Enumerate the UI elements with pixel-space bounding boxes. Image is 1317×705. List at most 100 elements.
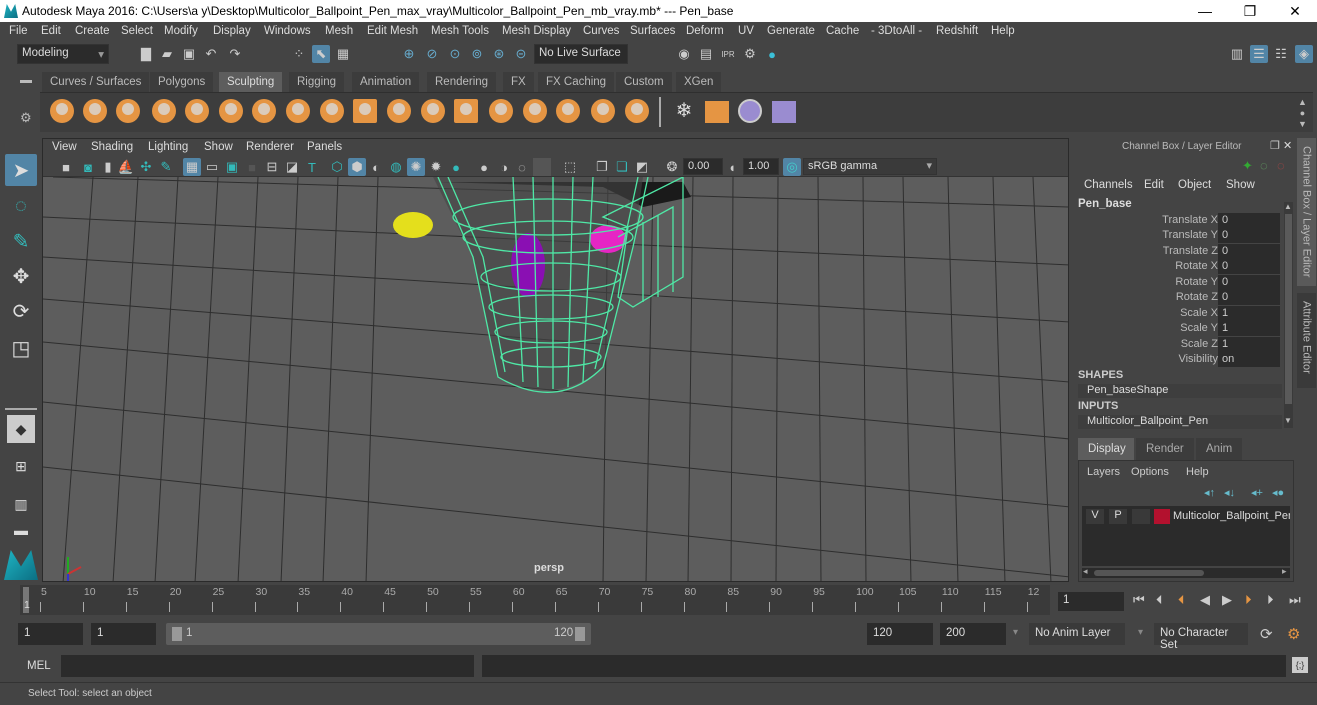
side-tab-channel-box[interactable]: Channel Box / Layer Editor: [1297, 138, 1316, 286]
persp-graph-layout-icon[interactable]: ▬: [5, 522, 37, 538]
grab-tool-icon[interactable]: [152, 99, 176, 123]
snap-surface-icon[interactable]: ⊝: [512, 45, 530, 63]
wax-tool-icon[interactable]: [387, 99, 411, 123]
go-to-end-icon[interactable]: ⏭: [1289, 592, 1301, 608]
cb-menu-object[interactable]: Object: [1178, 179, 1211, 191]
vp-menu-panels[interactable]: Panels: [307, 141, 342, 153]
auto-key-icon[interactable]: ⟳: [1260, 625, 1273, 643]
layer-color-swatch[interactable]: [1154, 509, 1170, 524]
layer-visibility-toggle[interactable]: V: [1086, 509, 1104, 524]
repeat-tool-icon[interactable]: [320, 99, 344, 123]
amplify-tool-icon[interactable]: [591, 99, 615, 123]
textured-icon[interactable]: ✺: [407, 158, 425, 176]
paint-select-tool-icon[interactable]: ✎: [5, 225, 37, 257]
sculpt-tool-icon[interactable]: [50, 99, 74, 123]
shape-node-row[interactable]: Pen_baseShape: [1078, 384, 1282, 398]
smear-tool-icon[interactable]: [523, 99, 547, 123]
new-scene-icon[interactable]: ▇: [137, 45, 155, 63]
command-input[interactable]: [61, 655, 474, 677]
freeze-tool-icon[interactable]: [625, 99, 649, 123]
color-management-toggle-icon[interactable]: ◎: [783, 158, 801, 176]
move-tool-icon[interactable]: ✥: [5, 260, 37, 292]
menu-edit-mesh[interactable]: Edit Mesh: [367, 25, 418, 37]
color-space-dropdown[interactable]: sRGB gamma ▾: [803, 158, 937, 175]
command-language-label[interactable]: MEL: [27, 660, 51, 672]
maximize-button[interactable]: ❐: [1235, 2, 1265, 20]
animation-preferences-icon[interactable]: ⚙: [1287, 625, 1300, 643]
open-scene-icon[interactable]: ▰: [158, 45, 176, 63]
step-back-frame-icon[interactable]: ⏴: [1156, 592, 1163, 608]
channel-row[interactable]: Translate Y0: [1072, 228, 1282, 243]
safe-title-icon[interactable]: T: [303, 158, 321, 176]
wireframe-icon[interactable]: ⬡: [328, 158, 346, 176]
convert-to-frozen-icon[interactable]: ❄: [672, 99, 696, 123]
go-to-start-icon[interactable]: ⏮: [1133, 592, 1145, 608]
channel-row[interactable]: Scale Y1: [1072, 321, 1282, 336]
smooth-tool-icon[interactable]: [83, 99, 107, 123]
shelf-tab-polygons[interactable]: Polygons: [150, 72, 214, 92]
tool-settings-toggle-icon[interactable]: ☷: [1272, 45, 1290, 63]
attribute-editor-toggle-icon[interactable]: ☰: [1250, 45, 1268, 63]
shelf-tab-custom[interactable]: Custom: [616, 72, 672, 92]
bookmark-icon[interactable]: ▮: [99, 158, 117, 176]
menu-mesh-tools[interactable]: Mesh Tools: [431, 25, 489, 37]
speed-icon[interactable]: ◌: [1260, 158, 1268, 173]
motion-blur-icon[interactable]: ◑: [495, 158, 513, 176]
snap-live-icon[interactable]: ⊛: [490, 45, 508, 63]
channel-value[interactable]: 0: [1218, 290, 1280, 305]
channel-value[interactable]: on: [1218, 352, 1280, 367]
channel-row[interactable]: Translate Z0: [1072, 244, 1282, 259]
shadows-icon[interactable]: ●: [447, 158, 465, 176]
vp-menu-show[interactable]: Show: [204, 141, 233, 153]
channel-value[interactable]: 0: [1218, 259, 1280, 274]
channel-row[interactable]: Translate X0: [1072, 213, 1282, 228]
layer-playback-toggle[interactable]: P: [1109, 509, 1127, 524]
range-start-handle[interactable]: [172, 627, 182, 641]
scroll-up-icon[interactable]: ▲: [1284, 202, 1292, 211]
channel-value[interactable]: 1: [1218, 337, 1280, 352]
layer-menu-options[interactable]: Options: [1131, 466, 1169, 478]
select-by-hierarchy-icon[interactable]: ⁘: [290, 45, 308, 63]
modeling-toolkit-icon[interactable]: ▥: [1228, 45, 1246, 63]
layer-tab-render[interactable]: Render: [1136, 438, 1194, 460]
channel-row[interactable]: Scale Z1: [1072, 337, 1282, 352]
select-by-object-icon[interactable]: ⬉: [312, 45, 330, 63]
backface-culling-icon[interactable]: ◩: [633, 158, 651, 176]
shelf-tab-animation[interactable]: Animation: [352, 72, 420, 92]
bulge-tool-icon[interactable]: [556, 99, 580, 123]
animation-start-field[interactable]: 1: [18, 623, 83, 645]
vp-menu-shading[interactable]: Shading: [91, 141, 133, 153]
playback-start-field[interactable]: 1: [91, 623, 156, 645]
character-set-dropdown-icon[interactable]: ▾: [1138, 627, 1143, 638]
channel-row[interactable]: Rotate Z0: [1072, 290, 1282, 305]
range-slider[interactable]: 1 120: [166, 623, 591, 645]
select-by-component-icon[interactable]: ▦: [334, 45, 352, 63]
vp-menu-renderer[interactable]: Renderer: [246, 141, 294, 153]
fill-tool-icon[interactable]: [454, 99, 478, 123]
layer-tab-display[interactable]: Display: [1078, 438, 1134, 460]
grease-pencil-icon[interactable]: ✎: [157, 158, 175, 176]
relax-tool-icon[interactable]: [116, 99, 140, 123]
anim-layer-dropdown-icon[interactable]: ▾: [1013, 627, 1018, 638]
play-forwards-icon[interactable]: ▶: [1222, 592, 1232, 608]
depth-of-field-icon[interactable]: [533, 158, 551, 176]
imprint-tool-icon[interactable]: [353, 99, 377, 123]
vp-menu-lighting[interactable]: Lighting: [148, 141, 188, 153]
new-layer-from-selected-icon[interactable]: ◂●: [1272, 486, 1284, 499]
wireframe-on-shaded-icon[interactable]: ◐: [367, 158, 385, 176]
isolate-select-icon[interactable]: ⬚: [561, 158, 579, 176]
scrollbar-thumb[interactable]: [1094, 570, 1204, 576]
menu-curves[interactable]: Curves: [583, 25, 619, 37]
gamma-icon[interactable]: ◖: [723, 158, 741, 176]
safe-action-icon[interactable]: ◪: [283, 158, 301, 176]
scale-tool-icon[interactable]: ◳: [5, 332, 37, 364]
range-end-handle[interactable]: [575, 627, 585, 641]
xray-icon[interactable]: ◍: [387, 158, 405, 176]
lasso-tool-icon[interactable]: ◌: [5, 190, 37, 222]
anti-aliasing-icon[interactable]: ◌: [513, 158, 531, 176]
snap-curve-icon[interactable]: ⊘: [423, 45, 441, 63]
scroll-right-icon[interactable]: ▸: [1282, 566, 1287, 577]
script-editor-icon[interactable]: {;}: [1292, 657, 1308, 673]
play-backwards-icon[interactable]: ◀: [1200, 592, 1210, 608]
menu-generate[interactable]: Generate: [767, 25, 815, 37]
